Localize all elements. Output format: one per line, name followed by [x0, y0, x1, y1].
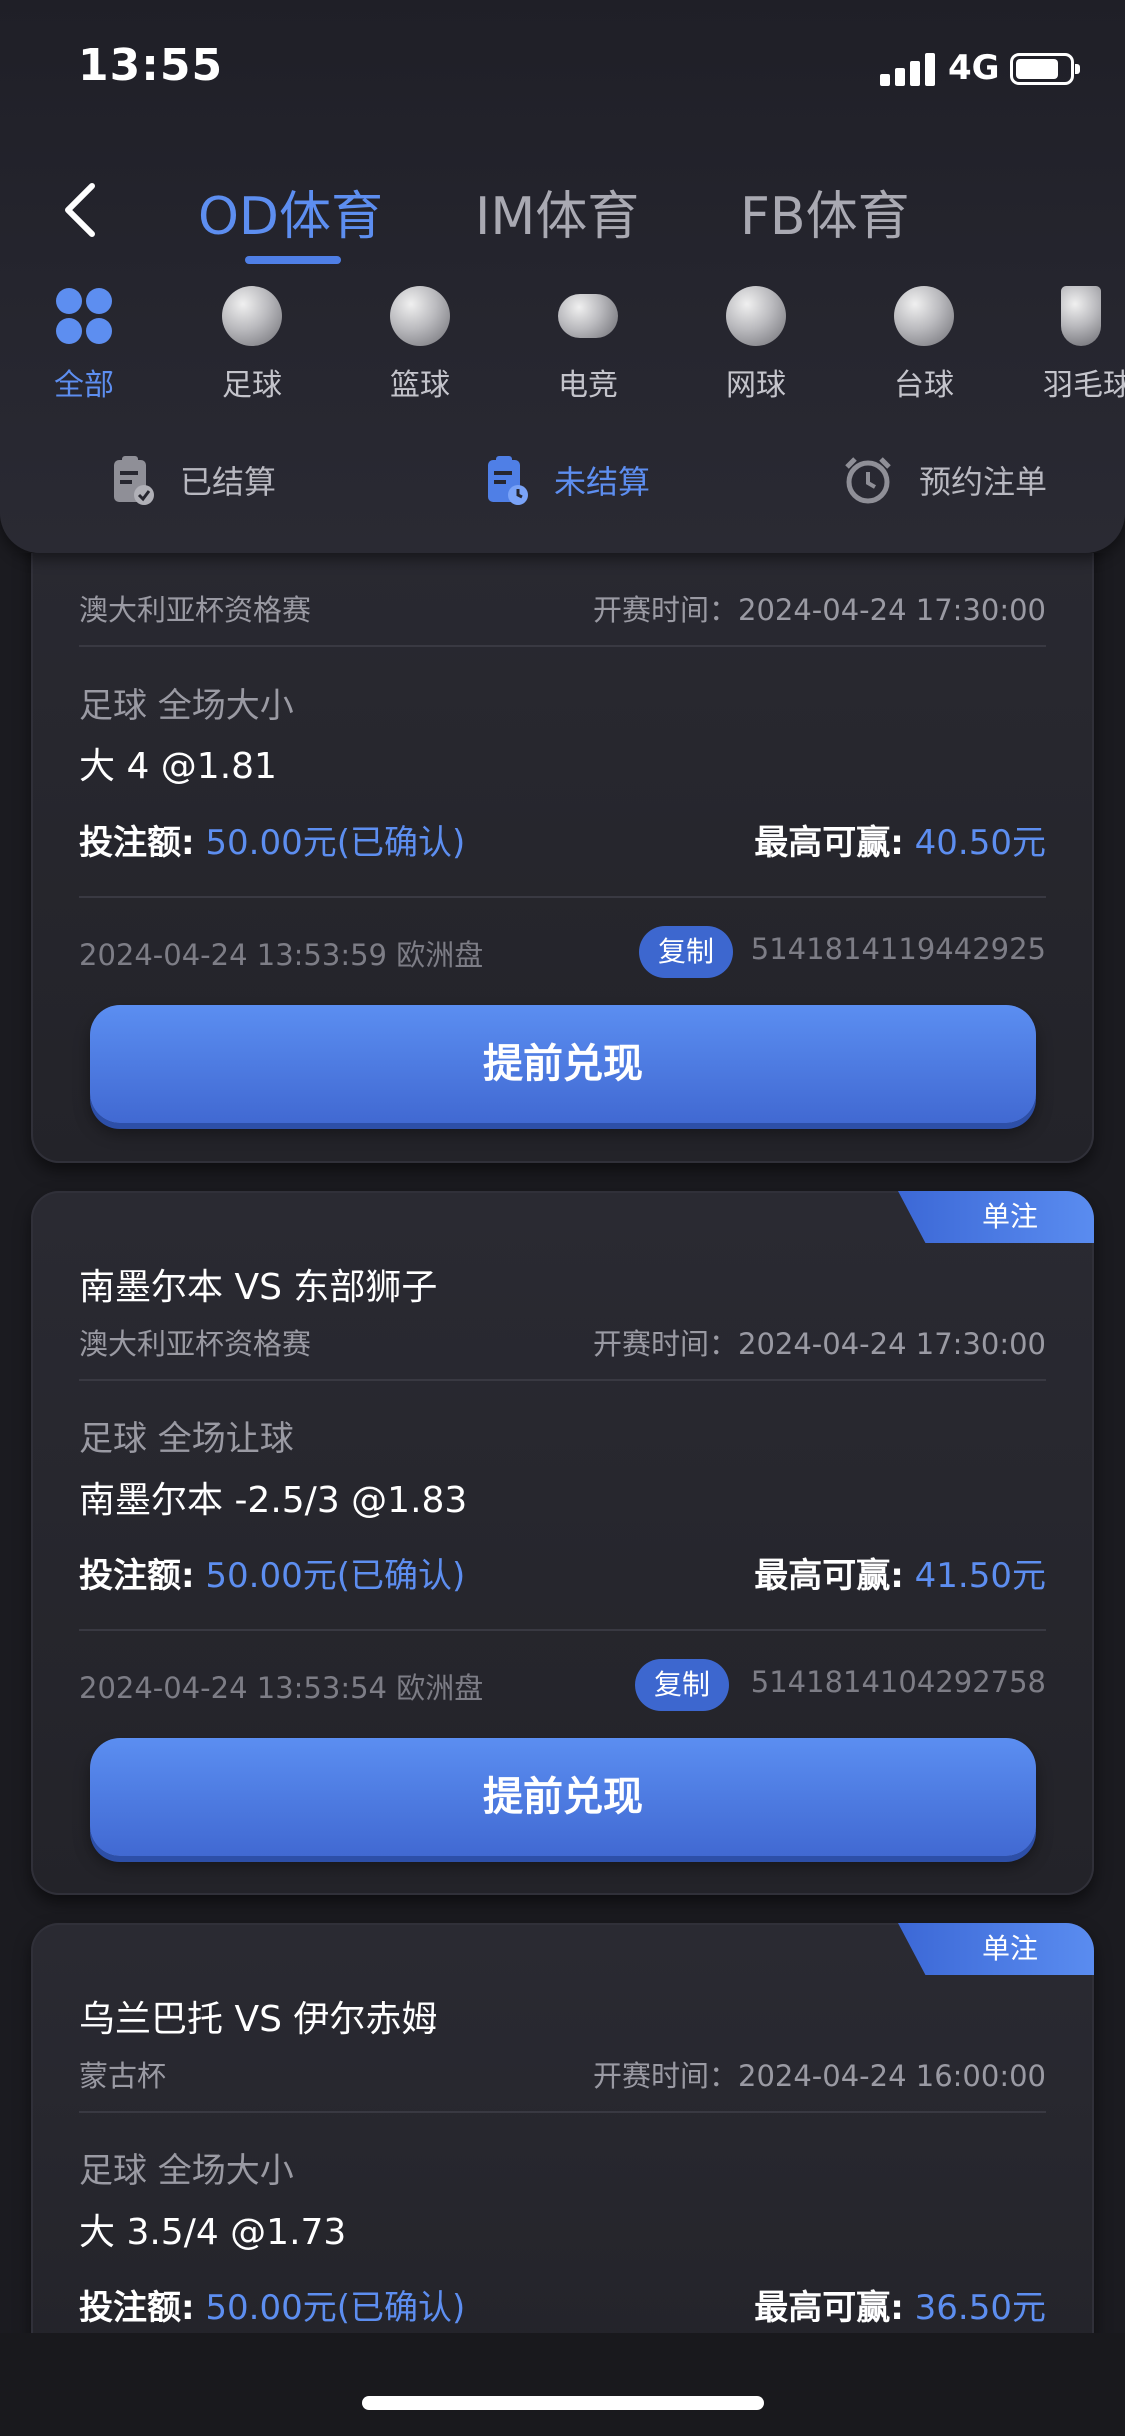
category-label: 台球: [894, 368, 954, 403]
status-time: 13:55: [78, 40, 224, 91]
league-name: 澳大利亚杯资格赛: [79, 1327, 312, 1361]
order-id: 5141814119442925: [750, 932, 1046, 966]
max-win-label: 最高可赢:: [754, 2288, 904, 2328]
tab-fb-sports[interactable]: FB体育: [740, 174, 910, 249]
tab-im-sports[interactable]: IM体育: [475, 174, 639, 249]
bet-status-tabs: 已结算 未结算 预约注单: [0, 440, 1125, 520]
bet-list[interactable]: 澳大利亚杯资格赛 开赛时间：2024-04-24 17:30:00 足球 全场大…: [0, 553, 1125, 2333]
max-win: 最高可赢: 40.50元: [754, 815, 1046, 864]
category-badminton[interactable]: 羽毛球: [1027, 282, 1125, 404]
tennis-icon: [726, 286, 786, 346]
alarm-clock-icon: [845, 457, 891, 504]
football-icon: [222, 286, 282, 346]
active-tab-indicator: [245, 256, 341, 264]
bet-selection: 南墨尔本 -2.5/3 @1.83: [79, 1480, 468, 1521]
bet-card: 单注 南墨尔本 VS 东部狮子 澳大利亚杯资格赛 开赛时间：2024-04-24…: [31, 1191, 1094, 1895]
league-name: 蒙古杯: [79, 2059, 167, 2093]
subtab-scheduled[interactable]: 预约注单: [843, 450, 1047, 510]
divider: [79, 645, 1046, 647]
stake-amount: 投注额: 50.00元(已确认): [79, 2280, 465, 2329]
league-name: 澳大利亚杯资格赛: [79, 593, 312, 627]
stake-amount: 投注额: 50.00元(已确认): [79, 815, 465, 864]
bet-timestamp: 2024-04-24 13:53:54 欧洲盘: [79, 1671, 484, 1705]
stake-label: 投注额:: [79, 2288, 195, 2328]
category-billiards[interactable]: 台球: [859, 282, 989, 404]
category-label: 网球: [726, 368, 786, 403]
match-title: 南墨尔本 VS 东部狮子: [79, 1267, 438, 1308]
max-win: 最高可赢: 36.50元: [754, 2280, 1046, 2329]
network-type: 4G: [948, 48, 1000, 88]
stake-value: 50.00元(已确认): [205, 1556, 466, 1596]
category-label: 全部: [54, 368, 114, 403]
billiards-icon: [894, 286, 954, 346]
copy-order-button[interactable]: 复制: [639, 926, 733, 978]
battery-icon: [1010, 53, 1080, 85]
match-start-time: 开赛时间：2024-04-24 16:00:00: [593, 2059, 1046, 2093]
basketball-icon: [390, 286, 450, 346]
shuttlecock-icon: [1061, 286, 1101, 346]
bet-timestamp: 2024-04-24 13:53:59 欧洲盘: [79, 938, 484, 972]
settled-document-icon: [114, 456, 154, 505]
stake-amount: 投注额: 50.00元(已确认): [79, 1548, 465, 1597]
bet-selection: 大 3.5/4 @1.73: [79, 2212, 347, 2253]
category-label: 电竞: [558, 368, 618, 403]
divider: [79, 1379, 1046, 1381]
home-indicator[interactable]: [362, 2396, 764, 2410]
copy-order-button[interactable]: 复制: [635, 1659, 729, 1711]
category-tennis[interactable]: 网球: [691, 282, 821, 404]
unsettled-document-icon: [486, 455, 528, 505]
cash-out-button[interactable]: 提前兑现: [90, 1738, 1036, 1856]
stake-value: 50.00元(已确认): [205, 823, 466, 863]
category-esports[interactable]: 电竞: [523, 282, 653, 404]
max-win-label: 最高可赢:: [754, 1556, 904, 1596]
cash-out-button[interactable]: 提前兑现: [90, 1005, 1036, 1123]
match-start-time: 开赛时间：2024-04-24 17:30:00: [593, 1327, 1046, 1361]
match-start-time: 开赛时间：2024-04-24 17:30:00: [593, 593, 1046, 627]
subtab-settled[interactable]: 已结算: [112, 450, 276, 510]
bet-card: 澳大利亚杯资格赛 开赛时间：2024-04-24 17:30:00 足球 全场大…: [31, 553, 1094, 1163]
max-win-label: 最高可赢:: [754, 823, 904, 863]
divider: [79, 2111, 1046, 2113]
max-win-value: 40.50元: [914, 823, 1046, 863]
sport-category-bar: 全部 足球 篮球 电竞 网球 台球 羽毛球: [0, 282, 1125, 412]
single-bet-badge: 单注: [898, 1923, 1094, 1975]
stake-label: 投注额:: [79, 1556, 195, 1596]
max-win-value: 41.50元: [914, 1556, 1046, 1596]
category-label: 足球: [222, 368, 282, 403]
header-panel: 13:55 4G OD体育 IM体育 FB体育 全部 足球 篮球 电竞 网球 台…: [0, 0, 1125, 553]
status-bar: 13:55 4G: [0, 0, 1125, 140]
bet-market: 足球 全场大小: [79, 2151, 294, 2191]
subtab-label: 未结算: [554, 463, 651, 501]
bet-card: 单注 乌兰巴托 VS 伊尔赤姆 蒙古杯 开赛时间：2024-04-24 16:0…: [31, 1923, 1094, 2333]
category-football[interactable]: 足球: [187, 282, 317, 404]
bet-selection: 大 4 @1.81: [79, 746, 277, 787]
stake-label: 投注额:: [79, 823, 195, 863]
category-label: 篮球: [390, 368, 450, 403]
max-win-value: 36.50元: [914, 2288, 1046, 2328]
signal-icon: [880, 52, 936, 86]
bet-market: 足球 全场大小: [79, 686, 294, 726]
divider: [79, 1629, 1046, 1631]
category-basketball[interactable]: 篮球: [355, 282, 485, 404]
settled-document-icon: [112, 455, 154, 505]
stake-value: 50.00元(已确认): [205, 2288, 466, 2328]
subtab-label: 已结算: [180, 463, 277, 501]
grid-icon: [54, 286, 114, 346]
order-id: 5141814104292758: [750, 1665, 1046, 1699]
match-title: 乌兰巴托 VS 伊尔赤姆: [79, 1999, 438, 2040]
category-label: 羽毛球: [1043, 368, 1125, 403]
subtab-label: 预约注单: [919, 463, 1048, 501]
gamepad-icon: [558, 294, 618, 338]
single-bet-badge: 单注: [898, 1191, 1094, 1243]
unsettled-document-icon: [488, 456, 528, 505]
subtab-unsettled[interactable]: 未结算: [486, 450, 650, 510]
category-all[interactable]: 全部: [19, 282, 149, 404]
alarm-clock-icon: [843, 455, 893, 505]
divider: [79, 896, 1046, 898]
bet-market: 足球 全场让球: [79, 1419, 294, 1459]
bottom-safe-area: [0, 2333, 1125, 2436]
sportsbook-tabs: OD体育 IM体育 FB体育: [0, 160, 1125, 270]
tab-od-sports[interactable]: OD体育: [198, 174, 383, 249]
max-win: 最高可赢: 41.50元: [754, 1548, 1046, 1597]
